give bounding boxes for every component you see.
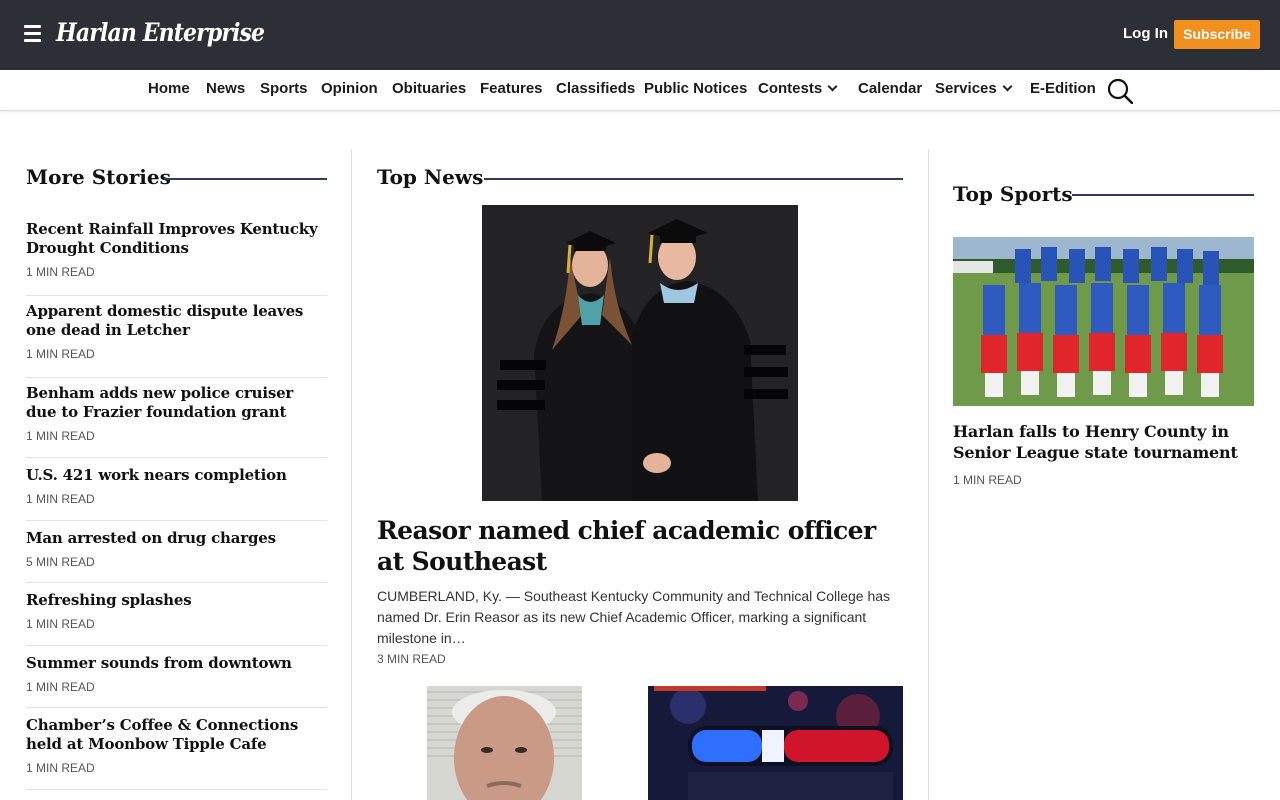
section-rule	[484, 178, 903, 180]
lead-story-excerpt: CUMBERLAND, Ky. — Southeast Kentucky Com…	[377, 588, 891, 646]
read-time: 1 MIN READ	[953, 473, 1022, 487]
column-divider	[928, 150, 929, 800]
more-stories-heading: More Stories	[26, 165, 171, 189]
story-title[interactable]: Summer sounds from downtown	[26, 654, 327, 673]
column-divider	[351, 150, 352, 800]
read-time: 1 MIN READ	[26, 265, 95, 279]
nav-item-opinion[interactable]: Opinion	[321, 80, 378, 97]
story-title[interactable]: Recent Rainfall Improves Kentucky Drough…	[26, 220, 327, 258]
read-time: 1 MIN READ	[26, 680, 95, 694]
story-title[interactable]: Benham adds new police cruiser due to Fr…	[26, 384, 327, 422]
login-link[interactable]: Log In	[1123, 25, 1168, 42]
nav-item-contests-label: Contests	[758, 80, 823, 97]
nav-item-news[interactable]: News	[206, 80, 245, 97]
nav-item-features[interactable]: Features	[480, 80, 543, 97]
list-item: Chamber’s Coffee & Connections held at M…	[26, 716, 327, 790]
list-item: Summer sounds from downtown 1 MIN READ	[26, 654, 327, 708]
site-logo[interactable]: Harlan Enterprise	[56, 18, 265, 47]
lead-story-photo[interactable]	[482, 205, 798, 501]
section-rule	[1072, 194, 1254, 196]
nav-item-classifieds[interactable]: Classifieds	[556, 80, 635, 97]
subscribe-button[interactable]: Subscribe	[1174, 20, 1260, 49]
nav-item-e-edition[interactable]: E-Edition	[1030, 80, 1096, 97]
read-time: 1 MIN READ	[26, 347, 95, 361]
nav-item-home[interactable]: Home	[148, 80, 190, 97]
read-time: 1 MIN READ	[26, 761, 95, 775]
list-item: U.S. 421 work nears completion 1 MIN REA…	[26, 466, 327, 521]
nav-item-sports[interactable]: Sports	[260, 80, 308, 97]
read-time: 1 MIN READ	[26, 429, 95, 443]
sports-team-photo[interactable]	[953, 237, 1254, 406]
nav-item-calendar[interactable]: Calendar	[858, 80, 922, 97]
list-item: Recent Rainfall Improves Kentucky Drough…	[26, 220, 327, 296]
mugshot-photo[interactable]	[427, 686, 582, 800]
read-time: 1 MIN READ	[26, 617, 95, 631]
list-item: Benham adds new police cruiser due to Fr…	[26, 384, 327, 458]
read-time: 1 MIN READ	[26, 492, 95, 506]
story-title[interactable]: Apparent domestic dispute leaves one dea…	[26, 302, 327, 340]
nav-item-contests[interactable]: Contests	[758, 80, 838, 97]
story-title[interactable]: U.S. 421 work nears completion	[26, 466, 327, 485]
top-news-heading: Top News	[377, 165, 484, 189]
section-rule	[164, 178, 327, 180]
top-sports-heading: Top Sports	[953, 182, 1073, 206]
hamburger-menu-icon[interactable]	[24, 25, 41, 43]
search-icon[interactable]	[1107, 78, 1133, 104]
read-time: 3 MIN READ	[377, 652, 446, 666]
list-item: Man arrested on drug charges 5 MIN READ	[26, 529, 327, 583]
sports-story-title[interactable]: Harlan falls to Henry County in Senior L…	[953, 421, 1254, 463]
list-item: Refreshing splashes 1 MIN READ	[26, 591, 327, 646]
list-item: Apparent domestic dispute leaves one dea…	[26, 302, 327, 378]
nav-item-obituaries[interactable]: Obituaries	[392, 80, 466, 97]
lead-story-headline[interactable]: Reasor named chief academic officer at S…	[377, 515, 903, 577]
top-bar: Harlan Enterprise Log In Subscribe	[0, 0, 1280, 70]
nav-item-services[interactable]: Services	[935, 80, 1013, 97]
story-title[interactable]: Man arrested on drug charges	[26, 529, 327, 548]
chevron-down-icon	[1002, 81, 1013, 92]
chevron-down-icon	[827, 81, 838, 92]
nav-item-services-label: Services	[935, 80, 997, 97]
story-title[interactable]: Chamber’s Coffee & Connections held at M…	[26, 716, 327, 754]
nav-item-public-notices[interactable]: Public Notices	[644, 80, 747, 97]
story-title[interactable]: Refreshing splashes	[26, 591, 327, 610]
read-time: 5 MIN READ	[26, 555, 95, 569]
police-lights-photo[interactable]	[648, 686, 903, 800]
main-nav: Home News Sports Opinion Obituaries Feat…	[0, 70, 1280, 111]
